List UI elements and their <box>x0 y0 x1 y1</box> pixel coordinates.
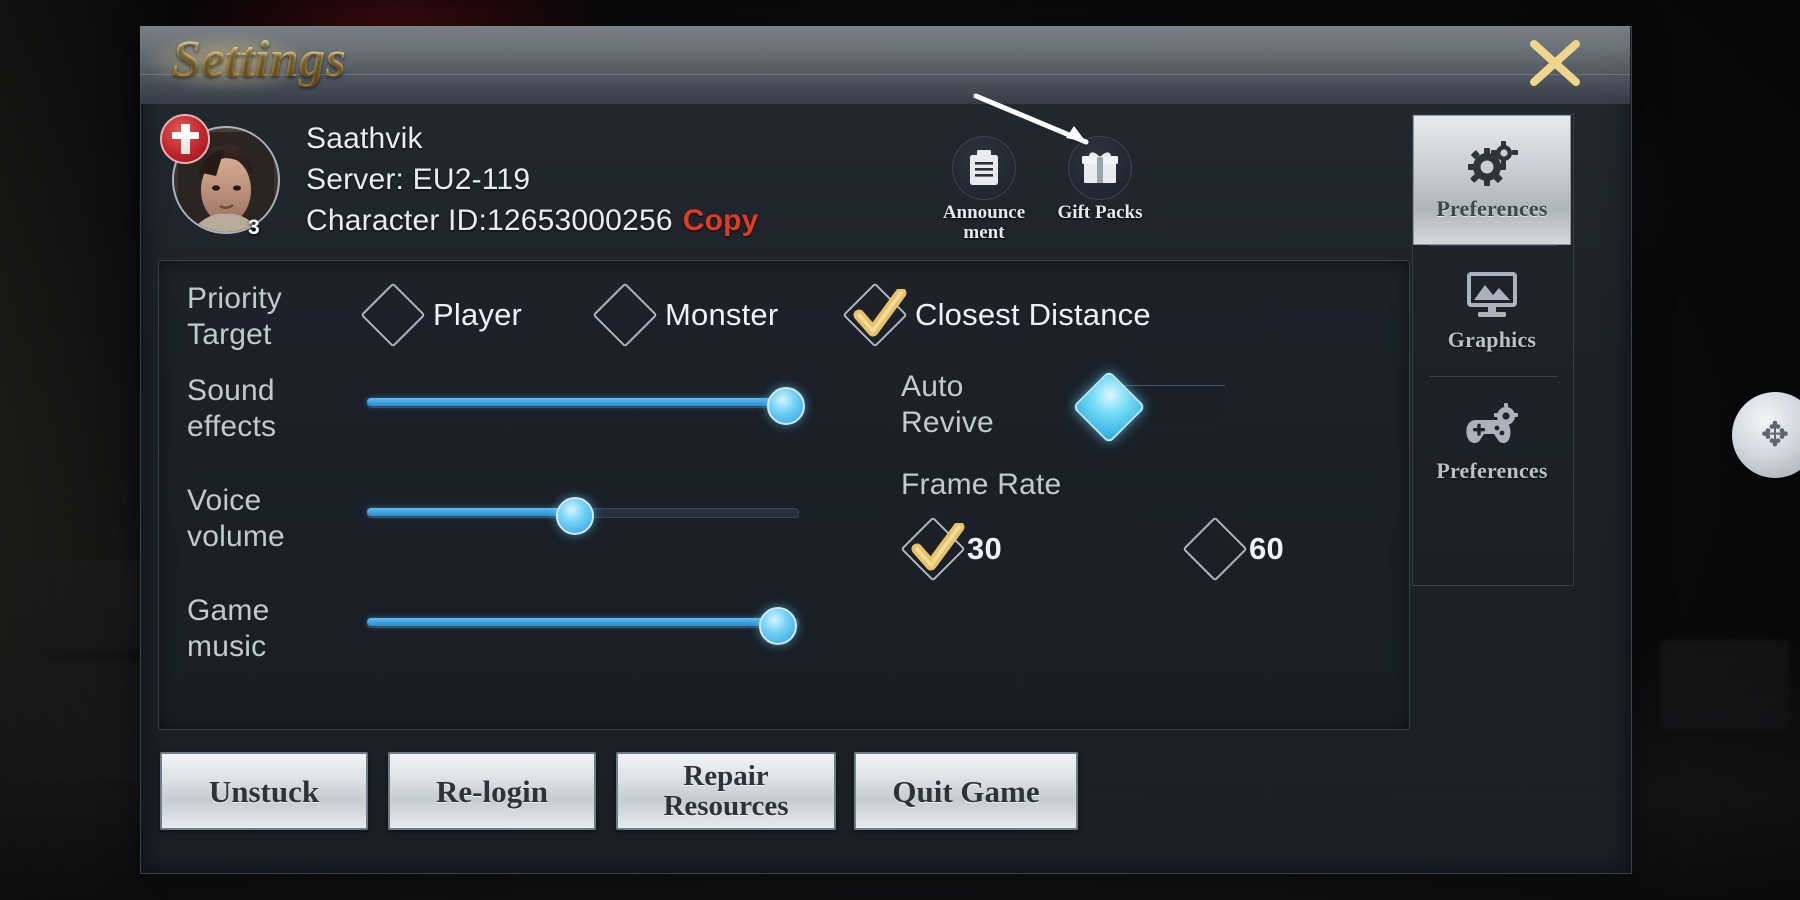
checkmark-icon <box>853 289 907 337</box>
slider-knob[interactable] <box>758 607 797 645</box>
re-login-button[interactable]: Re-login <box>388 752 596 830</box>
player-level: 3 <box>248 216 260 239</box>
slider-fill <box>367 398 785 406</box>
announcement-label-line2: ment <box>963 222 1005 243</box>
sound-effects-label: Sound effects <box>187 373 357 445</box>
tab-preferences-label: Preferences <box>1436 196 1548 221</box>
header-shortcut-buttons: Announce ment Gift Packs <box>930 118 1230 243</box>
sound-effects-slider[interactable] <box>367 387 806 425</box>
player-character-id: Character ID:12653000256 <box>306 204 673 237</box>
slider-fill <box>367 508 574 516</box>
avatar[interactable]: 3 <box>160 114 282 239</box>
game-music-label-line1: Game <box>187 594 270 627</box>
page-title: Settings <box>172 31 347 88</box>
re-login-button-label: Re-login <box>436 773 548 809</box>
gift-packs-label-line1: Gift Packs <box>1057 202 1143 223</box>
priority-target-label-line1: Priority <box>187 282 282 315</box>
repair-resources-line1: Repair <box>683 760 769 792</box>
auto-revive-label: Auto Revive <box>901 369 1071 441</box>
gamepad-icon <box>1463 400 1521 452</box>
diamond-unchecked-icon <box>1182 516 1248 582</box>
frame-rate-option-60-label: 60 <box>1249 531 1284 566</box>
gift-packs-label: Gift Packs <box>1046 203 1154 223</box>
frame-rate-60-radio <box>1182 516 1248 582</box>
checkmark-icon <box>911 523 965 571</box>
voice-volume-label: Voice volume <box>187 483 357 555</box>
frame-rate-option-30[interactable]: 30 <box>900 516 1002 582</box>
sound-effects-label-line1: Sound <box>187 374 275 407</box>
tab-controls-preferences[interactable]: Preferences <box>1413 377 1571 507</box>
gift-packs-button[interactable]: Gift Packs <box>1046 136 1154 223</box>
gift-icon-circle <box>1068 136 1132 200</box>
player-character-id-row: Character ID:12653000256 Copy <box>306 200 906 241</box>
priority-option-monster[interactable]: Monster <box>592 282 779 348</box>
frame-rate-30-radio <box>900 516 966 582</box>
announcement-icon <box>970 150 998 185</box>
toggle-knob <box>1072 370 1146 444</box>
player-profile: 3 Saathvik Server: EU2-119 Character ID:… <box>158 110 918 250</box>
tab-preferences[interactable]: Preferences <box>1413 115 1571 245</box>
priority-option-closest-distance-label: Closest Distance <box>915 297 1151 332</box>
move-joystick-icon[interactable]: ✥ <box>1732 392 1800 478</box>
monster-radio <box>592 282 658 348</box>
game-music-label-line2: music <box>187 630 267 663</box>
sound-effects-label-line2: effects <box>187 410 277 443</box>
monitor-icon <box>1463 269 1521 321</box>
title-area: Settings <box>150 16 710 106</box>
game-music-slider[interactable] <box>367 607 799 645</box>
frame-rate-label: Frame Rate <box>901 468 1062 501</box>
tab-graphics-label: Graphics <box>1447 327 1537 352</box>
quit-game-button[interactable]: Quit Game <box>854 752 1078 830</box>
announcement-label: Announce ment <box>930 203 1038 243</box>
priority-target-label-line2: Target <box>187 318 272 351</box>
auto-revive-label-line1: Auto <box>901 370 964 403</box>
game-music-label: Game music <box>187 593 357 665</box>
gear-icon <box>1463 138 1521 190</box>
crest-sword-icon <box>171 124 199 154</box>
announcement-label-line1: Announce <box>942 202 1026 223</box>
frame-rate-option-60[interactable]: 60 <box>1182 516 1284 582</box>
repair-resources-button-label: Repair Resources <box>663 761 788 821</box>
settings-dialog: Settings 3 Saathvik Server: EU2-119 Char… <box>140 8 1632 892</box>
tab-controls-preferences-label: Preferences <box>1436 458 1548 483</box>
announcement-button[interactable]: Announce ment <box>930 136 1038 243</box>
close-icon[interactable] <box>1524 34 1586 92</box>
action-button-bar: Unstuck Re-login Repair Resources Quit G… <box>160 752 1360 848</box>
tab-graphics[interactable]: Graphics <box>1413 246 1571 376</box>
guild-crest-icon <box>160 114 210 164</box>
quit-game-button-label: Quit Game <box>892 773 1040 809</box>
announcement-icon-circle <box>952 136 1016 200</box>
frame-rate-option-30-label: 30 <box>967 531 1002 566</box>
slider-knob[interactable] <box>767 387 806 425</box>
repair-resources-line2: Resources <box>663 790 789 822</box>
slider-fill <box>367 618 776 626</box>
player-server: Server: EU2-119 <box>306 163 531 196</box>
unstuck-button[interactable]: Unstuck <box>160 752 368 830</box>
voice-volume-label-line2: volume <box>187 520 285 553</box>
priority-target-label: Priority Target <box>187 281 377 353</box>
priority-option-closest-distance[interactable]: Closest Distance <box>842 282 1151 348</box>
priority-option-monster-label: Monster <box>665 297 779 332</box>
player-name: Saathvik <box>306 122 423 155</box>
closest-distance-radio <box>842 282 908 348</box>
preferences-panel: Priority Target Player Monster Closest D… <box>158 260 1410 730</box>
profile-info: Saathvik Server: EU2-119 Character ID:12… <box>306 118 906 241</box>
voice-volume-slider[interactable] <box>367 497 799 535</box>
unstuck-button-label: Unstuck <box>208 773 320 809</box>
diamond-unchecked-icon <box>360 282 426 348</box>
auto-revive-toggle[interactable] <box>1072 370 1227 444</box>
repair-resources-button[interactable]: Repair Resources <box>616 752 836 830</box>
diamond-unchecked-icon <box>592 282 658 348</box>
gift-box-icon <box>1082 152 1118 183</box>
slider-knob[interactable] <box>556 497 595 535</box>
copy-button[interactable]: Copy <box>683 204 759 237</box>
voice-volume-label-line1: Voice <box>187 484 262 517</box>
settings-tab-rail: Preferences Graphics Preferences <box>1412 114 1574 586</box>
priority-option-player[interactable]: Player <box>360 282 523 348</box>
auto-revive-label-line2: Revive <box>901 406 994 439</box>
joystick-cross-icon: ✥ <box>1760 416 1790 454</box>
priority-option-player-label: Player <box>433 297 523 332</box>
player-radio <box>360 282 426 348</box>
